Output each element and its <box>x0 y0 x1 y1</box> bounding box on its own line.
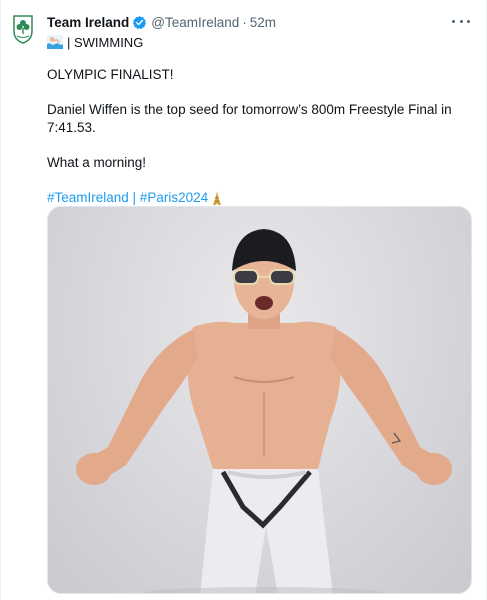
swimmer-emoji-icon <box>47 35 63 49</box>
author-subline: | SWIMMING <box>47 34 143 50</box>
swimmer-photo-illustration <box>76 229 452 593</box>
author-handle[interactable]: @TeamIreland <box>151 15 239 30</box>
tweet-hashtags: #TeamIreland | #Paris2024 <box>47 189 467 207</box>
tweet-photo[interactable] <box>47 206 472 594</box>
verified-badge-icon <box>132 15 147 30</box>
more-options-icon[interactable] <box>452 13 470 29</box>
tweet-text: OLYMPIC FINALIST! Daniel Wiffen is the t… <box>47 66 467 207</box>
tweet-timestamp[interactable]: 52m <box>250 15 276 30</box>
eiffel-tower-emoji-icon <box>212 191 222 205</box>
tweet-paragraph: What a morning! <box>47 155 147 170</box>
team-ireland-crest-icon[interactable] <box>10 14 36 44</box>
tweet-paragraph: Daniel Wiffen is the top seed for tomorr… <box>47 102 452 135</box>
tweet-card[interactable]: Team Ireland @TeamIreland · 52m | SWIMMI… <box>0 0 487 600</box>
author-name[interactable]: Team Ireland <box>47 15 129 30</box>
header-separator: · <box>242 14 247 30</box>
tweet-paragraph: OLYMPIC FINALIST! <box>47 67 174 82</box>
subline-text: | SWIMMING <box>67 34 144 50</box>
hashtag-links[interactable]: #TeamIreland | #Paris2024 <box>47 189 208 207</box>
tweet-header: Team Ireland @TeamIreland · 52m <box>47 12 472 32</box>
